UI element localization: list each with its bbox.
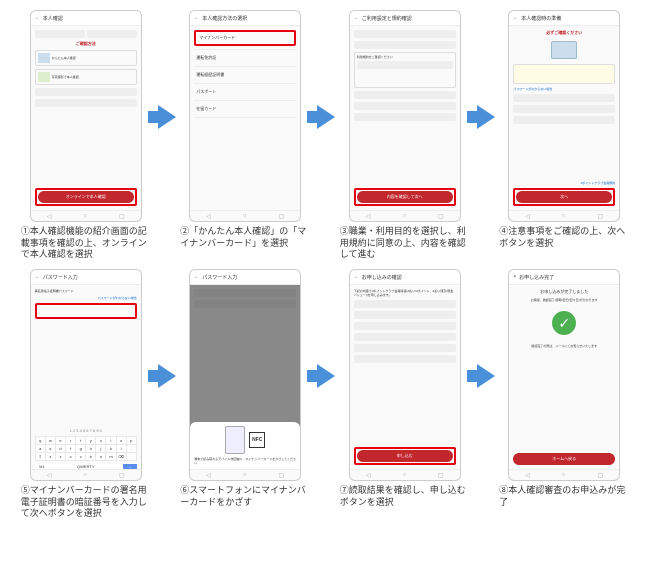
back-icon[interactable]: ← [194,274,199,280]
close-icon[interactable]: × [513,274,516,280]
nfc-instruction: 端末で読み取れるモバイル非接触IC…マイナンバーカードをかざしてください [194,457,296,465]
phone-step4: ←本人確認時の準備 必ずご確認ください パスワードがわからない場合 dポイントク… [508,10,620,222]
header-title: お申し込みの確認 [362,274,402,281]
next-button[interactable]: 次へ [516,191,612,203]
phone-step3: ←ご利用設定と規約確認 利用規約をご確認ください 内容を確認して次へ ◁○▢ [349,10,461,222]
option-photo[interactable]: 写真撮影で本人確認 [52,75,79,79]
header-title: お申し込み完了 [519,274,554,281]
caption-2: ②「かんたん本人確認」の「マイナンバーカード」を選択 [180,226,310,249]
passport-option[interactable]: パスポート [194,87,296,97]
phone-step2: ←本人確認方法の選択 マイナンバーカード 運転免許証 運転経歴証明書 パスポート… [189,10,301,222]
caption-3: ③職業・利用目的を選択し、利用規約に同意の上、内容を確認して進む [340,226,470,261]
caption-6: ⑥スマートフォンにマイナンバーカードをかざす [180,485,310,508]
caption-8: ⑧本人確認審査のお申込みが完了 [499,485,629,508]
residence-option[interactable]: 在留カード [194,104,296,114]
phone-step6: ←パスワード入力 NFC 端末で読み取れるモバイル非接触IC…マイナンバーカード… [189,269,301,481]
nfc-icon: NFC [249,432,265,448]
home-button[interactable]: ホームへ戻る [513,453,615,465]
nfc-modal: NFC 端末で読み取れるモバイル非接触IC…マイナンバーカードをかざしてください [190,422,300,469]
caption-5: ⑤マイナンバーカードの署名用電子証明書の暗証番号を入力して次へボタンを選択 [21,485,151,520]
password-label: 署名用電子証明書パスワード [35,289,137,293]
warning-title: 必ずご確認ください [513,30,615,36]
phone-step8: ×お申し込み完了 お申し込みが完了しました お客様、確認完了(即時/翌日/翌々日… [508,269,620,481]
back-icon[interactable]: ← [35,274,40,280]
password-input[interactable] [35,303,137,319]
phone-icon [225,426,245,454]
caption-1: ①本人確認機能の紹介画面の記載事項を確認の上、オンラインで本人確認を選択 [21,226,151,261]
check-icon: ✓ [552,311,576,335]
back-icon[interactable]: ← [194,15,199,21]
header-title: 本人確認方法の選択 [202,15,247,22]
keyboard[interactable]: qwertyuiop asdfghjkl- ⇧zxcvbnm⌫ [35,436,137,461]
header-title: パスワード入力 [43,274,78,281]
terms-link[interactable]: dポイントクラブ会員規約 [513,181,615,185]
header-title: ご利用設定と規約確認 [362,15,412,22]
phone-step5: ←パスワード入力 署名用電子証明書パスワード パスワードがわからない場合 1 2… [30,269,142,481]
complete-title: お申し込みが完了しました [513,289,615,295]
card-icon [551,41,577,59]
caption-7: ⑦読取結果を確認し、申し込むボタンを選択 [340,485,470,508]
phone-step1: ←本人確認 ご確認方法 かんたん本人確認 写真撮影で本人確認 オンラインで本人確… [30,10,142,222]
terms-label: 利用規約をご確認ください [357,55,453,59]
password-help-link[interactable]: パスワードがわからない場合 [513,87,615,91]
phone-step7: ←お申し込みの確認 下記の内容でdポイントクラブ会員情報(d払い/dポイント、d… [349,269,461,481]
option-easy[interactable]: かんたん本人確認 [52,56,76,60]
back-icon[interactable]: ← [354,274,359,280]
history-option[interactable]: 運転経歴証明書 [194,70,296,80]
complete-note: 確認完了の際は、メールにてお知らせいたします [513,344,615,348]
apply-button[interactable]: 申し込む [357,450,453,462]
header-title: パスワード入力 [202,274,237,281]
back-icon[interactable]: ← [513,15,518,21]
back-icon[interactable]: ← [35,15,40,21]
back-icon[interactable]: ← [354,15,359,21]
complete-sub: お客様、確認完了(即時/翌日/翌々日)がかかります [513,298,615,302]
password-help-link[interactable]: パスワードがわからない場合 [35,296,137,300]
confirm-next-button[interactable]: 内容を確認して次へ [357,191,453,203]
confirm-description: 下記の内容でdポイントクラブ会員情報(d払い/dポイント、d払い残高(現金バリュ… [354,289,456,297]
online-verify-button[interactable]: オンラインで本人確認 [38,191,134,203]
header-title: 本人確認時の準備 [521,15,561,22]
caption-4: ④注意事項をご確認の上、次へボタンを選択 [499,226,629,249]
license-option[interactable]: 運転免許証 [194,53,296,63]
section-title: ご確認方法 [35,41,137,47]
header-title: 本人確認 [43,15,63,22]
mynumber-option[interactable]: マイナンバーカード [199,35,235,40]
